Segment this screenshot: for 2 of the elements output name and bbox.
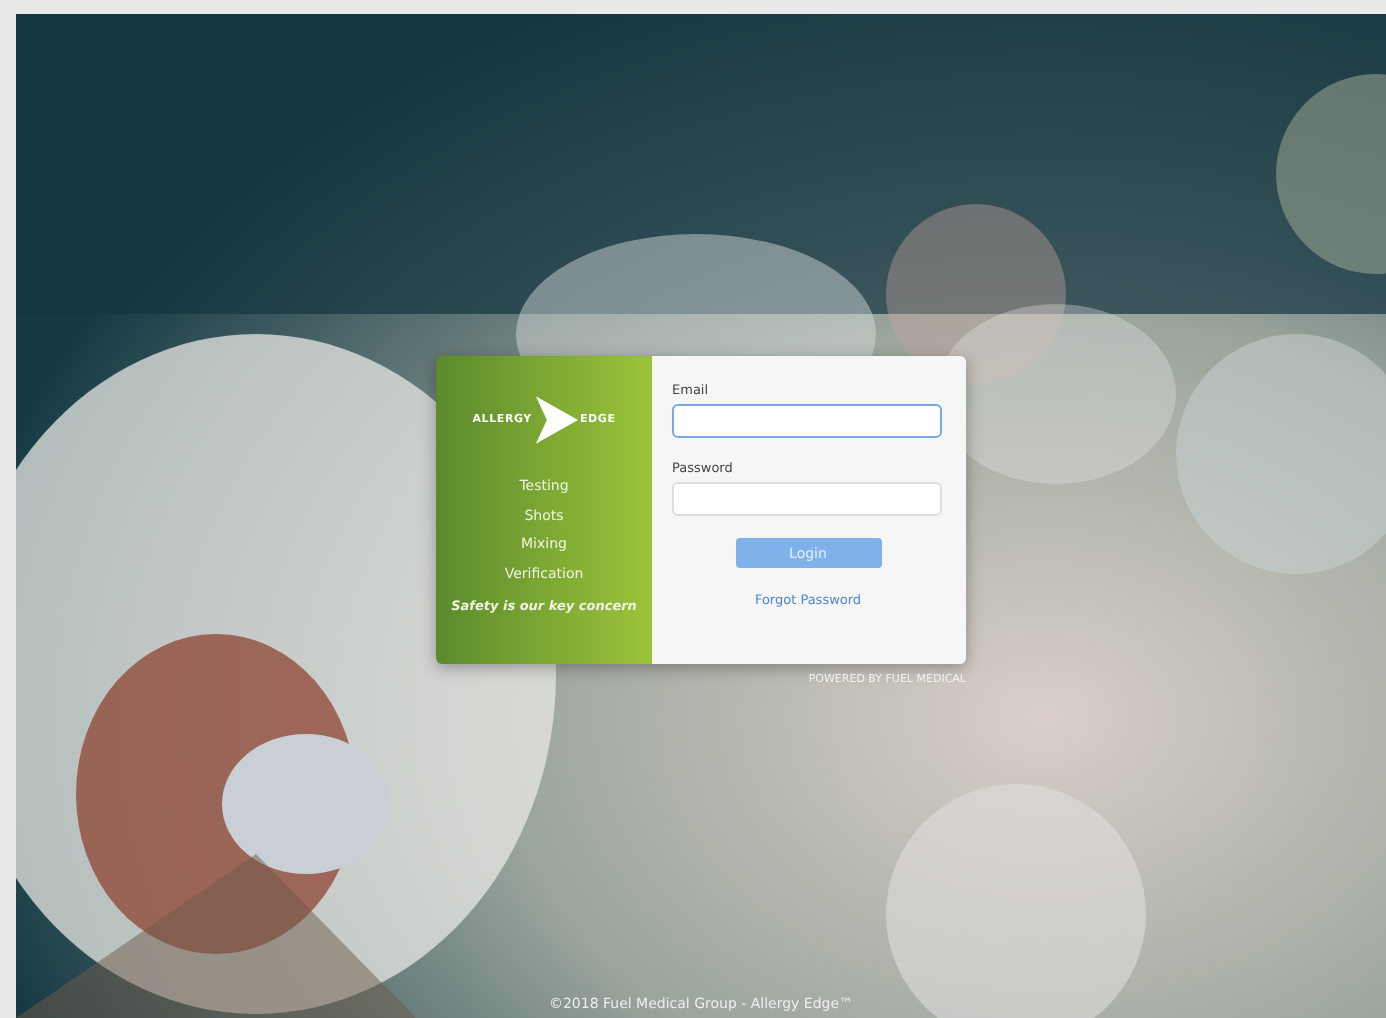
input-field[interactable] (672, 404, 942, 438)
arrow-logo-icon (533, 394, 578, 446)
